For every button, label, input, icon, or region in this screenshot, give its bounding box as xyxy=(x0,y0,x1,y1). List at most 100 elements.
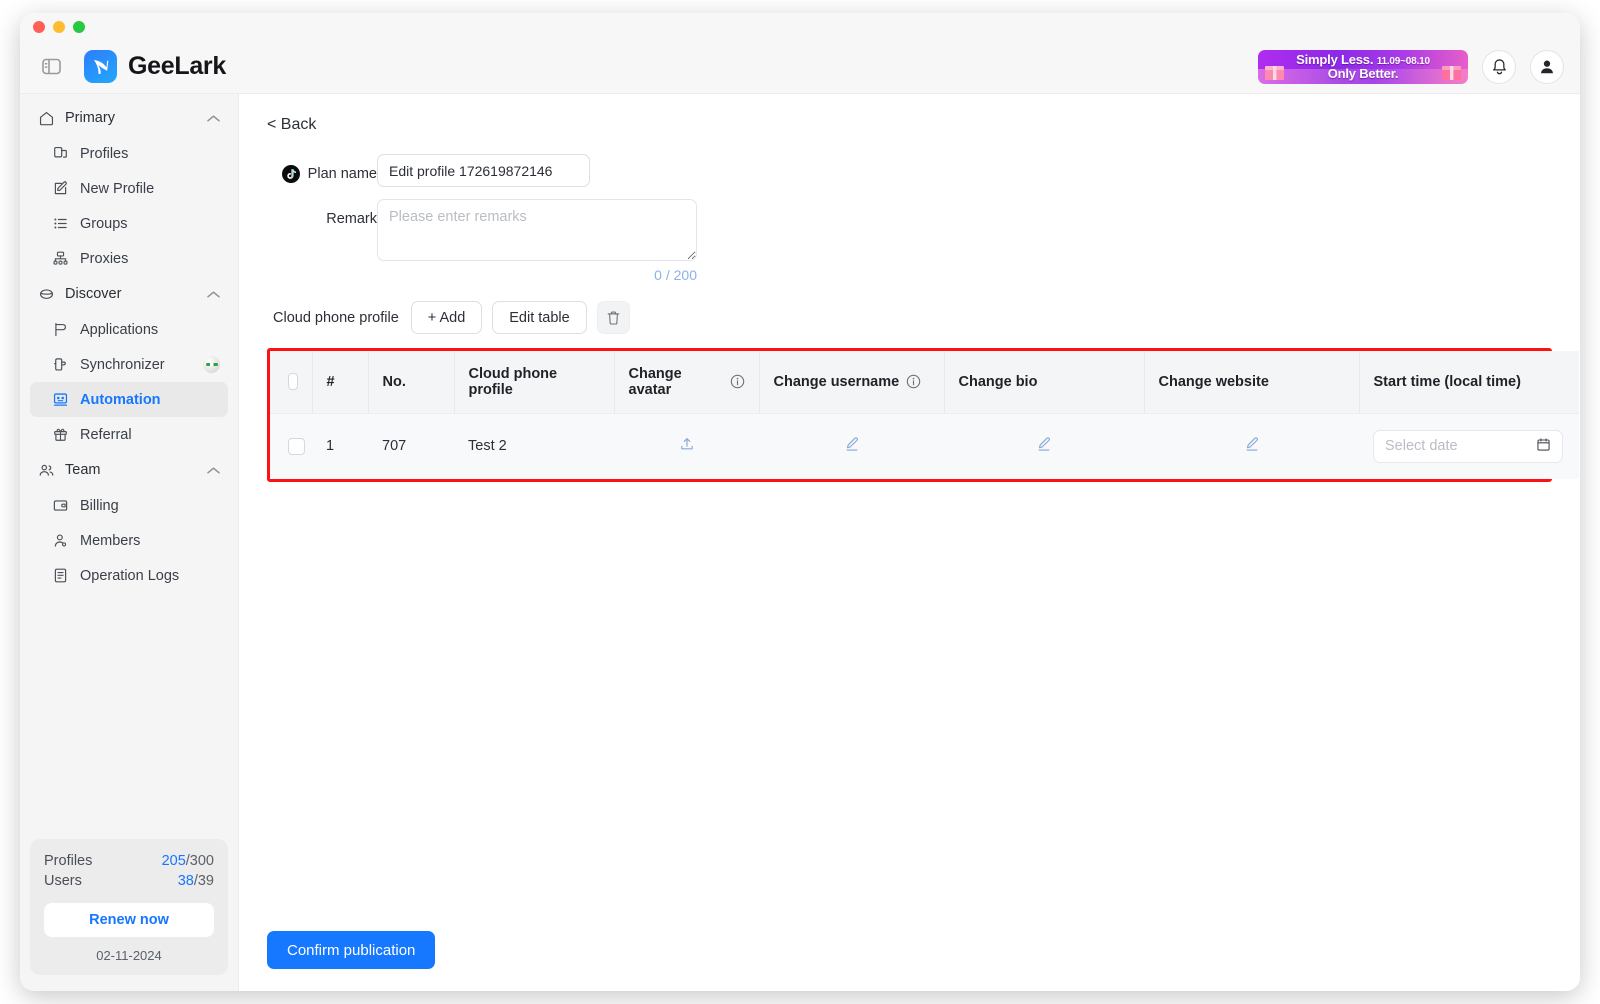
column-start-time-label: Start time (local time) xyxy=(1373,373,1521,390)
column-index: # xyxy=(312,351,369,413)
info-icon[interactable] xyxy=(906,374,921,389)
cloud-phone-profile-label: Cloud phone profile xyxy=(273,309,399,326)
sidebar-group-primary[interactable]: Primary xyxy=(30,100,228,136)
sidebar-item-operation-logs-label: Operation Logs xyxy=(80,567,180,584)
sidebar-item-operation-logs[interactable]: Operation Logs xyxy=(30,558,228,593)
column-start-time: Start time (local time) xyxy=(1359,351,1579,413)
sidebar-item-synchronizer[interactable]: Synchronizer xyxy=(30,347,228,382)
proxies-network-icon xyxy=(53,251,68,265)
start-time-date-picker[interactable]: Select date xyxy=(1373,429,1563,463)
sidebar-item-automation-label: Automation xyxy=(80,391,161,408)
cell-cloud-phone-profile: Test 2 xyxy=(454,412,614,479)
sidebar-group-discover-label: Discover xyxy=(65,286,122,302)
bell-icon[interactable] xyxy=(1482,49,1516,84)
home-icon xyxy=(39,111,54,125)
sidebar-item-groups[interactable]: Groups xyxy=(30,206,228,241)
edit-pencil-icon[interactable] xyxy=(1244,436,1260,452)
table-header-row: # No. Cloud phone profile Change avatar … xyxy=(270,351,1579,413)
close-window-button[interactable] xyxy=(33,20,45,33)
upload-icon[interactable] xyxy=(679,436,695,452)
chevron-up-icon xyxy=(207,114,220,122)
plan-profiles-used: 205 xyxy=(161,853,186,869)
column-change-website-label: Change website xyxy=(1158,373,1269,390)
window-titlebar xyxy=(20,13,1580,40)
cell-change-bio xyxy=(944,412,1144,479)
plan-users-value: 38/39 xyxy=(178,873,214,889)
promo-banner[interactable]: Simply Less. 11.09~08.10 Only Better. xyxy=(1258,49,1468,84)
gift-icon xyxy=(54,428,67,441)
brand-name: GeeLark xyxy=(128,52,226,80)
geelark-mark-icon xyxy=(84,50,117,83)
plan-expiry-date: 02-11-2024 xyxy=(96,948,162,963)
sidebar-item-proxies[interactable]: Proxies xyxy=(30,241,228,276)
plan-name-row: Plan name xyxy=(267,154,1552,187)
sidebar-group-team[interactable]: Team xyxy=(30,452,228,488)
plan-name-label-wrap: Plan name xyxy=(267,154,377,186)
sidebar-item-applications-label: Applications xyxy=(80,321,159,338)
sidebar-item-referral-label: Referral xyxy=(80,426,132,443)
add-button[interactable]: + Add xyxy=(410,301,483,334)
team-icon xyxy=(39,464,54,476)
sidebar-item-billing[interactable]: Billing xyxy=(30,488,228,523)
promo-line1: Simply Less. xyxy=(1296,51,1374,67)
sidebar-group-discover[interactable]: Discover xyxy=(30,276,228,312)
sidebar-group-primary-label: Primary xyxy=(65,110,115,126)
app-body: Primary Profiles New Profile Groups Prox… xyxy=(20,94,1580,991)
user-icon[interactable] xyxy=(1530,49,1564,84)
sidebar-item-profiles[interactable]: Profiles xyxy=(30,136,228,171)
edit-pencil-icon[interactable] xyxy=(1036,436,1052,452)
plan-usage-card: Profiles 205/300 Users 38/39 Renew now 0… xyxy=(30,839,228,975)
renew-now-button[interactable]: Renew now xyxy=(44,903,214,937)
table-head: # No. Cloud phone profile Change avatar … xyxy=(270,351,1579,413)
cell-change-website xyxy=(1144,412,1359,479)
plan-profiles-value: 205/300 xyxy=(162,853,214,869)
applications-icon xyxy=(55,322,67,337)
edit-table-button[interactable]: Edit table xyxy=(492,301,587,334)
members-icon xyxy=(54,534,67,547)
sidebar-item-new-profile-label: New Profile xyxy=(80,180,155,197)
sidebar-item-synchronizer-label: Synchronizer xyxy=(80,356,165,373)
synchronizer-icon xyxy=(54,358,66,371)
cell-index: 1 xyxy=(312,412,368,479)
plan-users-used: 38 xyxy=(177,873,194,889)
confirm-publication-button[interactable]: Confirm publication xyxy=(267,931,436,969)
column-change-username: Change username xyxy=(759,351,945,413)
row-checkbox[interactable] xyxy=(288,437,305,455)
column-change-username-label: Change username xyxy=(773,373,900,390)
sidebar-item-members[interactable]: Members xyxy=(30,523,228,558)
gift-right-icon xyxy=(1442,65,1461,80)
app-window: GeeLark Simply Less. 11.09~08.10 Only Be… xyxy=(20,13,1580,991)
table-body: 1 707 Test 2 Select date xyxy=(270,412,1579,479)
plan-name-input[interactable] xyxy=(377,154,590,187)
sidebar-item-groups-label: Groups xyxy=(80,215,128,232)
select-all-header xyxy=(270,351,313,413)
column-change-bio: Change bio xyxy=(944,351,1145,413)
back-link[interactable]: < Back xyxy=(267,116,316,134)
edit-pencil-icon[interactable] xyxy=(844,436,860,452)
plan-users-row: Users 38/39 xyxy=(44,873,214,889)
table-row: 1 707 Test 2 Select date xyxy=(270,412,1579,479)
sidebar-footer: Profiles 205/300 Users 38/39 Renew now 0… xyxy=(20,829,238,991)
cell-change-username xyxy=(759,412,944,479)
select-all-checkbox[interactable] xyxy=(288,373,298,391)
sidebar-toggle-icon[interactable] xyxy=(40,56,62,78)
remark-textarea[interactable] xyxy=(377,199,697,261)
profiles-icon xyxy=(54,146,67,158)
sidebar-item-applications[interactable]: Applications xyxy=(30,312,228,347)
tiktok-icon xyxy=(281,164,300,183)
sidebar-item-billing-label: Billing xyxy=(80,497,119,514)
minimize-window-button[interactable] xyxy=(53,20,65,33)
column-index-label: # xyxy=(326,373,335,390)
column-change-bio-label: Change bio xyxy=(958,373,1038,390)
brand-logo: GeeLark xyxy=(84,50,226,83)
sidebar-item-new-profile[interactable]: New Profile xyxy=(30,171,228,206)
logs-icon xyxy=(54,568,67,583)
trash-icon[interactable] xyxy=(596,301,630,334)
cloud-phone-profile-table: # No. Cloud phone profile Change avatar … xyxy=(270,351,1579,479)
sidebar-item-referral[interactable]: Referral xyxy=(30,417,228,452)
info-icon[interactable] xyxy=(730,374,745,389)
sidebar-item-automation[interactable]: Automation xyxy=(30,382,228,417)
promo-text: Simply Less. 11.09~08.10 Only Better. xyxy=(1296,51,1430,81)
sidebar-item-profiles-label: Profiles xyxy=(80,145,129,162)
maximize-window-button[interactable] xyxy=(73,20,85,33)
